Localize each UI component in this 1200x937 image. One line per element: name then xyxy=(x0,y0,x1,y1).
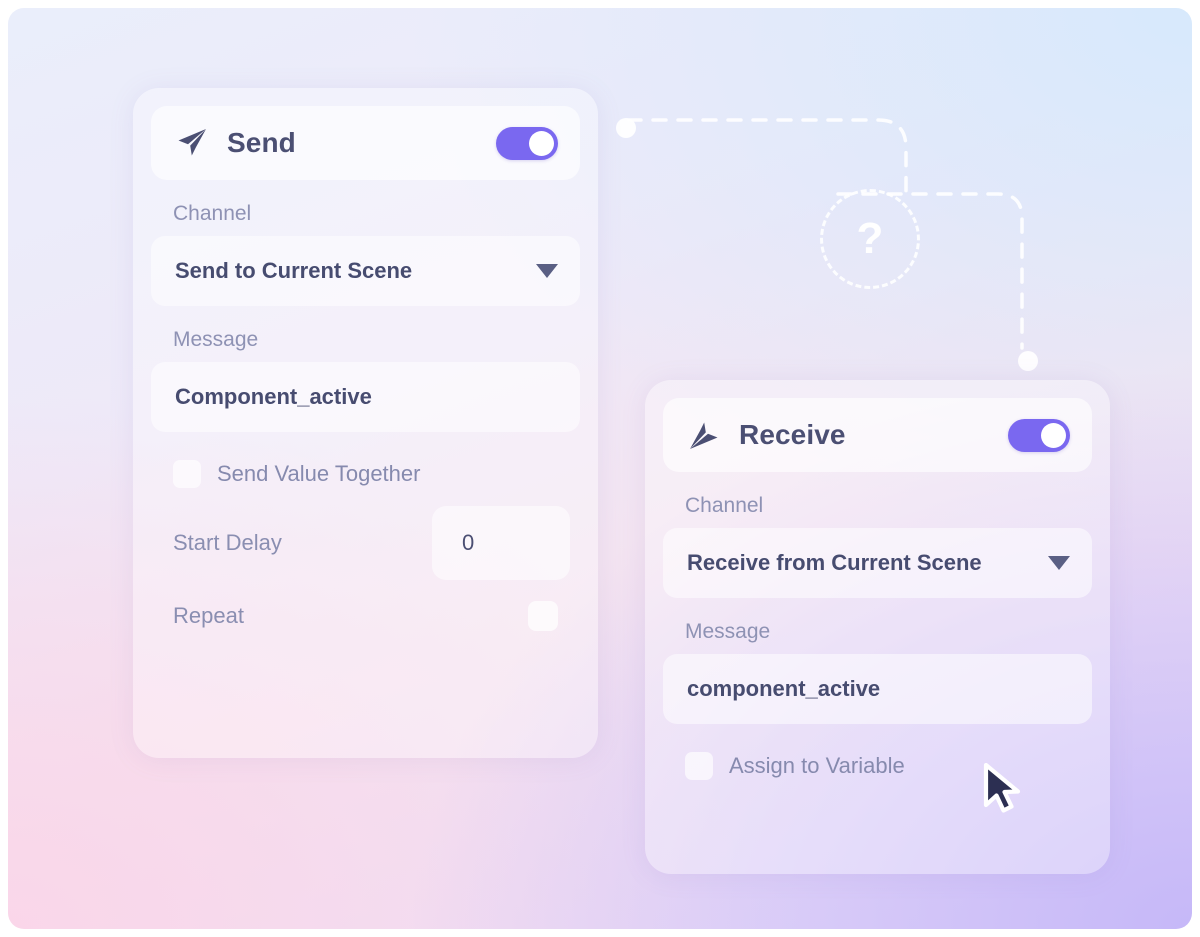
receive-message-input[interactable]: component_active xyxy=(663,654,1092,724)
start-delay-label: Start Delay xyxy=(173,530,282,555)
send-node-title: Send xyxy=(227,127,296,158)
toggle-knob xyxy=(1041,422,1066,448)
send-message-value: Component_active xyxy=(175,384,372,409)
receive-channel-label: Channel xyxy=(685,494,764,517)
chevron-down-icon xyxy=(1048,556,1070,570)
send-value-together-checkbox[interactable] xyxy=(173,460,201,488)
send-enable-toggle[interactable] xyxy=(496,126,558,160)
receive-message-value: component_active xyxy=(687,676,881,701)
send-node-header: Send xyxy=(151,106,580,180)
start-delay-row: Start Delay 0 xyxy=(151,506,580,580)
send-message-input[interactable]: Component_active xyxy=(151,362,580,432)
send-message-label: Message xyxy=(173,328,259,351)
send-node-card[interactable]: Send Channel Send to Current Scene Messa… xyxy=(133,88,598,758)
send-plane-icon xyxy=(175,126,209,160)
start-delay-value: 0 xyxy=(462,530,475,555)
send-channel-value: Send to Current Scene xyxy=(175,258,413,283)
assign-to-variable-checkbox[interactable] xyxy=(685,752,713,780)
repeat-checkbox[interactable] xyxy=(528,601,558,631)
repeat-row: Repeat xyxy=(151,594,580,638)
workflow-canvas: ? Send Channel Send to Current Scene Mes… xyxy=(8,8,1192,929)
receive-plane-icon xyxy=(687,418,721,452)
send-channel-label: Channel xyxy=(173,202,252,225)
receive-channel-dropdown[interactable]: Receive from Current Scene xyxy=(663,528,1092,598)
send-value-together-label: Send Value Together xyxy=(217,461,421,486)
assign-to-variable-label: Assign to Variable xyxy=(729,753,905,778)
toggle-knob xyxy=(529,130,554,156)
receive-node-title: Receive xyxy=(739,419,846,450)
send-output-port[interactable] xyxy=(616,118,636,138)
receive-message-label: Message xyxy=(685,620,771,643)
chevron-down-icon xyxy=(536,264,558,278)
receive-enable-toggle[interactable] xyxy=(1008,418,1070,452)
question-mark-icon: ? xyxy=(856,214,884,263)
start-delay-input[interactable]: 0 xyxy=(432,506,570,580)
unknown-node-placeholder[interactable]: ? xyxy=(820,189,920,289)
receive-input-port[interactable] xyxy=(1018,351,1038,371)
assign-to-variable-row[interactable]: Assign to Variable xyxy=(663,752,1092,780)
send-channel-dropdown[interactable]: Send to Current Scene xyxy=(151,236,580,306)
receive-channel-value: Receive from Current Scene xyxy=(687,550,982,575)
receive-node-card[interactable]: Receive Channel Receive from Current Sce… xyxy=(645,380,1110,874)
receive-node-header: Receive xyxy=(663,398,1092,472)
send-value-together-row[interactable]: Send Value Together xyxy=(151,460,580,488)
repeat-label: Repeat xyxy=(173,603,244,628)
